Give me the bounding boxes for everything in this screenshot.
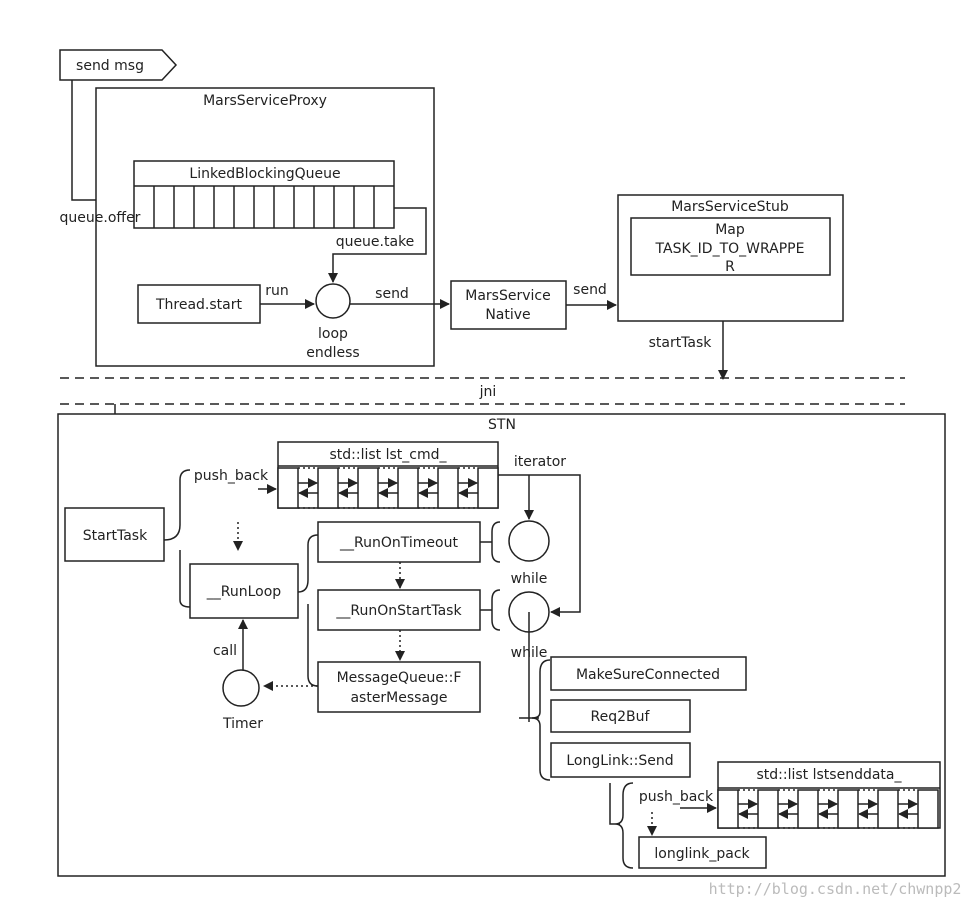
lstsenddata-node — [917, 789, 939, 829]
lstsenddata-node — [757, 789, 779, 829]
while-label-1: while — [511, 571, 548, 587]
map-label: Map — [715, 222, 745, 238]
start-task-text: StartTask — [83, 528, 148, 544]
loop-circle — [315, 283, 351, 319]
lst-cmd-node — [477, 467, 499, 509]
longlink-pack-text: longlink_pack — [654, 846, 750, 862]
message-queue-text-2: asterMessage — [350, 690, 447, 706]
stn-title: STN — [488, 417, 516, 433]
longlink-send-text: LongLink::Send — [566, 753, 673, 769]
endless-label: endless — [306, 345, 359, 361]
req2buf-text: Req2Buf — [591, 709, 651, 725]
call-label: call — [213, 643, 237, 659]
proxy-title: MarsServiceProxy — [203, 93, 327, 109]
start-task-label: startTask — [649, 335, 713, 351]
native-send-label: send — [573, 282, 607, 298]
native-label-2: Native — [485, 307, 530, 323]
loop-label: loop — [318, 326, 348, 342]
queue-take-label: queue.take — [336, 234, 415, 250]
stub-title: MarsServiceStub — [671, 199, 789, 215]
watermark: http://blog.csdn.net/chwnpp2 — [709, 880, 962, 898]
lstsenddata-node — [717, 789, 739, 829]
iterator-label: iterator — [514, 454, 566, 470]
native-label-1: MarsService — [465, 288, 550, 304]
lstsenddata-title: std::list lstsenddata_ — [757, 767, 903, 783]
map-name-2: R — [725, 259, 735, 275]
lst-cmd-node — [437, 467, 459, 509]
lstsenddata-node — [837, 789, 859, 829]
jni-label: jni — [479, 384, 497, 400]
lst-cmd-node — [277, 467, 299, 509]
queue-offer-label: queue.offer — [60, 210, 141, 226]
queue-title: LinkedBlockingQueue — [189, 166, 340, 182]
message-queue-text-1: MessageQueue::F — [337, 670, 462, 686]
lstsenddata-node — [877, 789, 899, 829]
lst-cmd-node — [317, 467, 339, 509]
lstsenddata-node — [797, 789, 819, 829]
timer-label: Timer — [222, 716, 263, 732]
run-on-timeout-text: __RunOnTimeout — [339, 535, 458, 551]
lst-cmd-node — [357, 467, 379, 509]
map-name-1: TASK_ID_TO_WRAPPE — [655, 241, 805, 257]
while-circle-1 — [508, 520, 550, 562]
send-msg-label: send msg — [76, 58, 144, 74]
thread-start-label: Thread.start — [155, 297, 243, 313]
run-on-start-task-text: __RunOnStartTask — [335, 603, 462, 619]
run-label: run — [265, 283, 289, 299]
architecture-diagram: send msg MarsServiceProxy LinkedBlocking… — [57, 49, 962, 898]
timer-circle — [222, 669, 260, 707]
lst-cmd-title: std::list lst_cmd_ — [329, 447, 447, 463]
while-label-2: while — [511, 645, 548, 661]
lst-cmd-node — [397, 467, 419, 509]
run-loop-text: __RunLoop — [206, 584, 282, 600]
push-back-label: push_back — [194, 468, 269, 484]
send-label: send — [375, 286, 409, 302]
make-sure-connected-text: MakeSureConnected — [576, 667, 720, 683]
push-back-label-2: push_back — [639, 789, 714, 805]
